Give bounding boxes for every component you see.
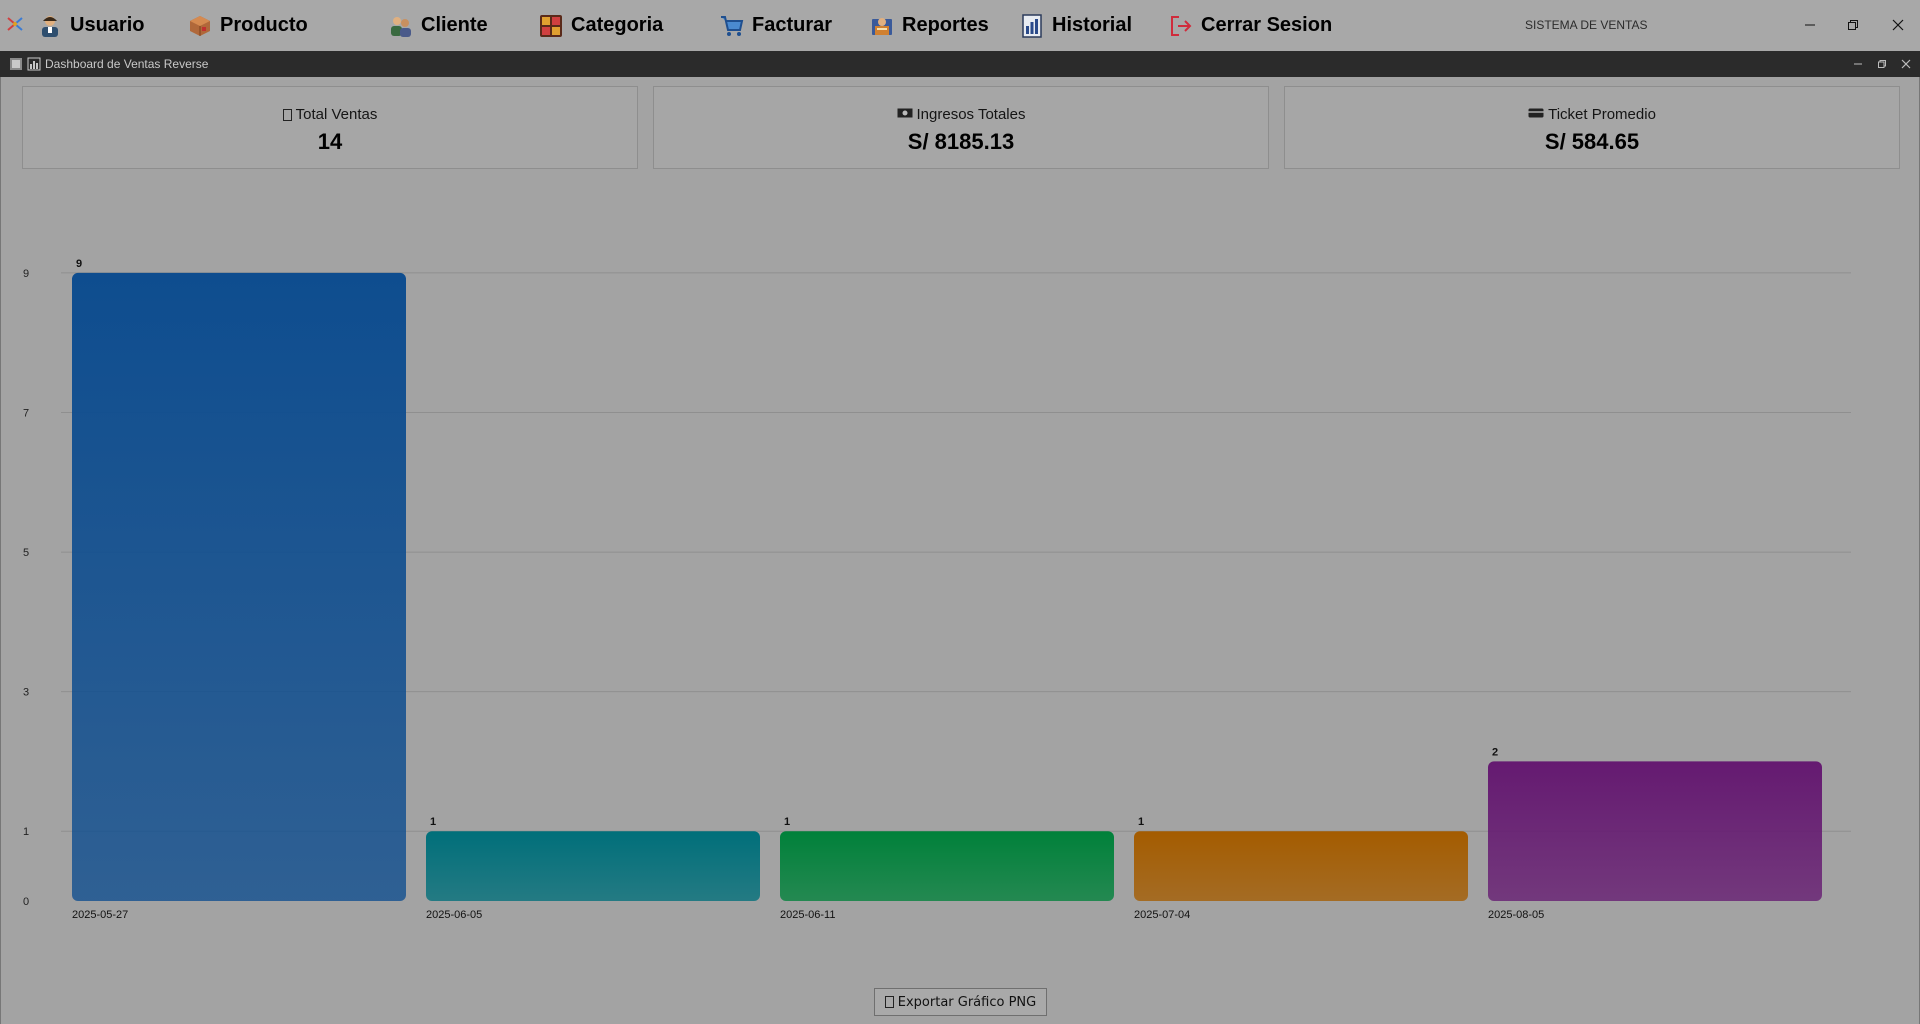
restore-icon [1878, 60, 1886, 68]
logout-icon [1169, 14, 1193, 38]
frame-app-icon [9, 57, 23, 71]
restore-icon [1848, 20, 1858, 30]
user-icon [38, 14, 62, 38]
bar-value-label: 1 [430, 816, 436, 828]
bar [72, 272, 406, 901]
money-icon [897, 106, 913, 123]
menu-categoria[interactable]: Categoria [539, 0, 663, 51]
menu-reportes[interactable]: Reportes [870, 0, 989, 51]
menu-cliente[interactable]: Cliente [389, 0, 488, 51]
frame-title: Dashboard de Ventas Reverse [45, 57, 209, 71]
menu-label: Reportes [902, 14, 989, 36]
x-tick-label: 2025-08-05 [1488, 909, 1544, 921]
minimize-icon [1805, 24, 1815, 26]
close-icon [1901, 59, 1911, 69]
close-icon [1892, 19, 1904, 31]
menu-label: Facturar [752, 14, 833, 36]
history-icon [1020, 13, 1044, 38]
internal-frame-titlebar: Dashboard de Ventas Reverse [0, 51, 1920, 77]
menu-facturar[interactable]: Facturar [720, 0, 832, 51]
bar-value-label: 9 [76, 258, 82, 270]
menu-cerrar-sesion[interactable]: Cerrar Sesion [1169, 0, 1332, 51]
restore-button[interactable] [1840, 13, 1866, 37]
bar [426, 831, 760, 901]
clients-icon [389, 14, 413, 38]
y-tick-label: 1 [23, 826, 29, 838]
bar [1488, 761, 1822, 901]
menu-label: Categoria [571, 14, 664, 36]
kpi-value: S/ 8185.13 [907, 129, 1015, 154]
menubar: Usuario Producto Cliente Categoria Factu… [0, 0, 1920, 51]
chart-glyph-icon [884, 996, 894, 1008]
chart-glyph-icon [282, 108, 292, 121]
bar-value-label: 2 [1492, 746, 1498, 758]
kpi-title: Total Ventas [295, 106, 378, 123]
kpi-title: Ingresos Totales [916, 106, 1026, 123]
frame-chart-icon [27, 57, 41, 71]
export-chart-png-button[interactable]: Exportar Gráfico PNG [874, 988, 1047, 1016]
kpi-card-ticket-promedio: Ticket Promedio S/ 584.65 [1284, 86, 1900, 169]
frame-close-button[interactable] [1897, 55, 1915, 73]
minimize-icon [1854, 63, 1862, 65]
x-tick-label: 2025-06-05 [426, 909, 482, 921]
bar [780, 831, 1114, 901]
dashboard-content: 0 1 3 5 7 9 9 2025-05-27 1 2025-06-05 1 2025-06-11 1… [0, 77, 1920, 1024]
frame-restore-button[interactable] [1873, 55, 1891, 73]
kpi-value: 14 [317, 129, 343, 154]
minimize-button[interactable] [1797, 13, 1823, 37]
y-tick-label: 5 [23, 547, 29, 559]
cart-icon [720, 14, 744, 38]
report-icon [870, 14, 894, 38]
kpi-value: S/ 584.65 [1544, 129, 1640, 154]
menu-label: Historial [1052, 14, 1133, 36]
credit-card-icon [1528, 106, 1544, 123]
sales-bar-chart: 0 1 3 5 7 9 9 2025-05-27 1 2025-06-05 1 2025-06-11 1… [1, 77, 1920, 1024]
menu-label: Cerrar Sesion [1201, 14, 1333, 36]
chart-canvas: 0 1 3 5 7 9 9 2025-05-27 1 2025-06-05 1 2025-06-11 1… [23, 258, 1851, 921]
menu-usuario[interactable]: Usuario [38, 0, 144, 51]
box-icon [188, 14, 212, 38]
menu-historial[interactable]: Historial [1020, 0, 1132, 51]
close-button[interactable] [1885, 13, 1911, 37]
menu-label: Producto [220, 14, 308, 36]
y-tick-label: 3 [23, 687, 29, 699]
kpi-card-total-ventas: Total Ventas 14 [22, 86, 638, 169]
kpi-title: Ticket Promedio [1548, 106, 1656, 123]
system-title: SISTEMA DE VENTAS [1525, 18, 1648, 32]
export-label: Exportar Gráfico PNG [897, 994, 1037, 1010]
y-tick-label: 0 [23, 896, 29, 908]
frame-minimize-button[interactable] [1849, 55, 1867, 73]
bar [1134, 831, 1468, 901]
menu-label: Usuario [70, 14, 145, 36]
x-tick-label: 2025-05-27 [72, 909, 128, 921]
bar-value-label: 1 [784, 816, 790, 828]
x-tick-label: 2025-07-04 [1134, 909, 1190, 921]
bar-value-label: 1 [1138, 816, 1144, 828]
y-tick-label: 7 [23, 408, 29, 420]
kpi-card-ingresos-totales: Ingresos Totales S/ 8185.13 [653, 86, 1269, 169]
menu-producto[interactable]: Producto [188, 0, 308, 51]
menu-label: Cliente [421, 14, 488, 36]
y-tick-label: 9 [23, 268, 29, 280]
app-logo-icon [6, 15, 24, 33]
category-icon [539, 14, 563, 38]
x-tick-label: 2025-06-11 [780, 909, 835, 921]
